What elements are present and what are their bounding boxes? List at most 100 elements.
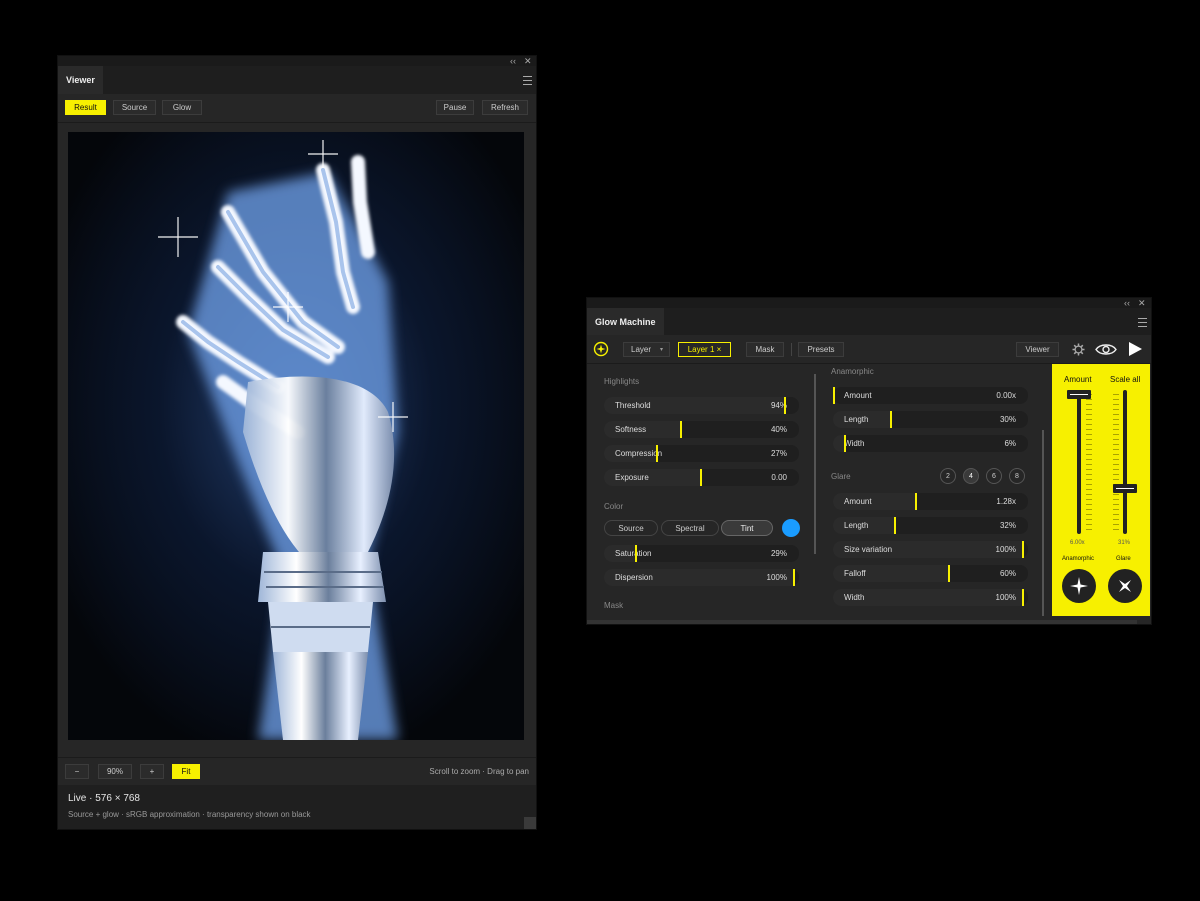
play-icon[interactable] — [1128, 341, 1143, 357]
amount-slider-ticks — [1086, 394, 1092, 534]
param-marker[interactable] — [890, 411, 892, 428]
zoom-in-button[interactable]: + — [140, 764, 164, 779]
refresh-button[interactable]: Refresh — [482, 100, 528, 115]
param-row[interactable]: Size variation 100% — [833, 541, 1028, 558]
param-row[interactable]: Width 6% — [833, 435, 1028, 452]
viewer-button[interactable]: Viewer — [1016, 342, 1059, 357]
mask-button[interactable]: Mask — [746, 342, 784, 357]
master-sliders-panel: Amount Scale all 6.00x 31% Anamorphic Gl… — [1052, 364, 1150, 616]
param-marker[interactable] — [948, 565, 950, 582]
param-marker[interactable] — [793, 569, 795, 586]
close-button[interactable]: ✕ — [524, 56, 532, 66]
anamorphic-dial[interactable] — [1062, 569, 1096, 603]
left-column: Highlights Threshold 94% Softness 40% Compre… — [587, 364, 812, 614]
param-row[interactable]: Width 100% — [833, 589, 1028, 606]
status-title: Live · 576 × 768 — [68, 793, 140, 804]
gear-icon[interactable] — [1072, 343, 1085, 356]
tint-color-swatch[interactable] — [782, 519, 800, 537]
eye-icon[interactable] — [1095, 342, 1117, 357]
param-marker[interactable] — [894, 517, 896, 534]
zoom-hint: Scroll to zoom · Drag to pan — [429, 767, 529, 776]
resize-grip[interactable] — [524, 817, 536, 829]
glare-count-2[interactable]: 2 — [940, 468, 956, 484]
color-mode-spectral[interactable]: Spectral — [661, 520, 719, 536]
param-label: Amount — [844, 391, 872, 400]
amount-slider[interactable] — [1066, 388, 1092, 536]
amount-value: 6.00x — [1070, 540, 1085, 546]
param-value: 100% — [766, 573, 787, 582]
glare-dial[interactable] — [1108, 569, 1142, 603]
amount-slider-thumb[interactable] — [1067, 390, 1091, 399]
param-row[interactable]: Falloff 60% — [833, 565, 1028, 582]
zoom-value[interactable]: 90% — [98, 764, 132, 779]
scale-all-slider[interactable] — [1112, 388, 1138, 536]
layer-1-chip[interactable]: Layer 1 × — [678, 342, 731, 357]
glow-button[interactable]: Glow — [162, 100, 202, 115]
tab-viewer[interactable]: Viewer — [58, 66, 103, 94]
glare-count-6[interactable]: 6 — [986, 468, 1002, 484]
param-value: 6% — [1004, 439, 1016, 448]
param-value: 30% — [999, 415, 1016, 424]
fit-button[interactable]: Fit — [172, 764, 200, 779]
param-marker[interactable] — [656, 445, 658, 462]
param-marker[interactable] — [915, 493, 917, 510]
sparkle-icon — [1070, 577, 1088, 595]
color-title: Color — [604, 502, 624, 511]
param-row[interactable]: Length 30% — [833, 411, 1028, 428]
preview-canvas[interactable] — [68, 132, 524, 740]
param-marker[interactable] — [784, 397, 786, 414]
param-marker[interactable] — [844, 435, 846, 452]
param-marker[interactable] — [1022, 541, 1024, 558]
param-row[interactable]: Dispersion 100% — [604, 569, 799, 586]
zoom-out-button[interactable]: − — [65, 764, 89, 779]
chevron-down-icon: ▾ — [659, 347, 663, 353]
left-scrollbar[interactable] — [814, 374, 816, 554]
color-mode-tint[interactable]: Tint — [721, 520, 773, 536]
viewer-tabbar: Viewer — [58, 66, 536, 94]
param-marker[interactable] — [680, 421, 682, 438]
param-marker[interactable] — [833, 387, 835, 404]
param-row[interactable]: Compression 27% — [604, 445, 799, 462]
glare-count-8[interactable]: 8 — [1009, 468, 1025, 484]
param-row[interactable]: Threshold 94% — [604, 397, 799, 414]
add-glow-icon[interactable] — [593, 341, 609, 357]
param-marker[interactable] — [700, 469, 702, 486]
menu-icon[interactable] — [523, 76, 532, 85]
close-button[interactable]: ✕ — [1138, 298, 1146, 308]
result-button[interactable]: Result — [65, 100, 106, 115]
presets-button[interactable]: Presets — [798, 342, 844, 357]
param-row[interactable]: Exposure 0.00 — [604, 469, 799, 486]
pause-button[interactable]: Pause — [436, 100, 474, 115]
panel-bottom-scrollbar[interactable] — [587, 620, 1137, 624]
tab-glow-machine[interactable]: Glow Machine — [587, 308, 664, 335]
collapse-button[interactable]: ‹‹ — [1124, 298, 1130, 308]
scale-all-slider-thumb[interactable] — [1113, 484, 1137, 493]
right-scrollbar[interactable] — [1042, 430, 1044, 616]
param-row[interactable]: Softness 40% — [604, 421, 799, 438]
toolbar-divider — [791, 343, 792, 356]
source-button[interactable]: Source — [113, 100, 156, 115]
param-marker[interactable] — [635, 545, 637, 562]
param-row[interactable]: Saturation 29% — [604, 545, 799, 562]
viewer-toolbar: Result Source Glow Pause Refresh — [58, 94, 536, 123]
robot-hand-image — [68, 132, 524, 740]
layer-dropdown[interactable]: Layer ▾ — [623, 342, 670, 357]
collapse-button[interactable]: ‹‹ — [510, 56, 516, 66]
param-label: Falloff — [844, 569, 866, 578]
param-label: Dispersion — [615, 573, 653, 582]
param-marker[interactable] — [1022, 589, 1024, 606]
param-row[interactable]: Amount 1.28x — [833, 493, 1028, 510]
scale-all-label: Scale all — [1110, 375, 1141, 384]
param-label: Saturation — [615, 549, 652, 558]
param-label: Amount — [844, 497, 872, 506]
param-value: 100% — [995, 593, 1016, 602]
param-row[interactable]: Amount 0.00x — [833, 387, 1028, 404]
param-fill — [833, 435, 844, 452]
layer-dropdown-label: Layer — [631, 345, 652, 354]
param-label: Length — [844, 521, 869, 530]
glare-count-4[interactable]: 4 — [963, 468, 979, 484]
color-mode-source[interactable]: Source — [604, 520, 658, 536]
param-row[interactable]: Length 32% — [833, 517, 1028, 534]
scale-all-slider-ticks — [1113, 394, 1119, 534]
menu-icon[interactable] — [1138, 318, 1147, 327]
